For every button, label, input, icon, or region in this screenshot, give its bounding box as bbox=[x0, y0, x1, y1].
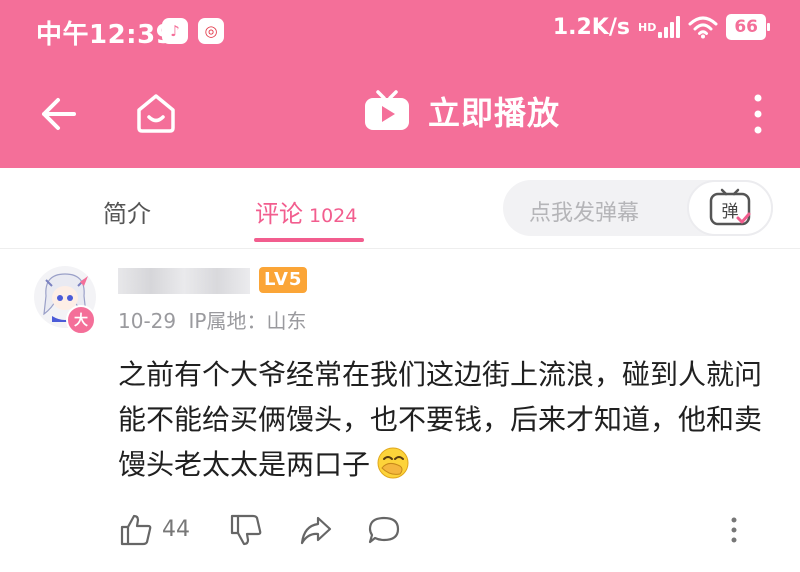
face-palm-emoji-icon bbox=[377, 447, 409, 479]
content-tabs: 简介 评论 1024 点我发弹幕 弹 bbox=[0, 168, 800, 248]
tiktok-notification-icon: ♪ bbox=[162, 18, 188, 44]
tv-play-icon bbox=[365, 90, 409, 130]
comment-text: 之前有个大爷经常在我们这边街上流浪，碰到人就问能不能给买俩馒头，也不要钱，后来才… bbox=[118, 358, 763, 481]
tab-comments[interactable]: 评论 1024 bbox=[255, 194, 357, 229]
back-arrow-icon[interactable] bbox=[38, 94, 78, 134]
tab-comments-label: 评论 bbox=[255, 200, 303, 228]
comment-more-icon[interactable] bbox=[724, 512, 744, 548]
network-type: HD bbox=[637, 20, 657, 34]
comments-count: 1024 bbox=[309, 205, 358, 227]
danmaku-placeholder: 点我发弹幕 bbox=[529, 201, 640, 226]
home-icon[interactable] bbox=[133, 90, 179, 136]
level-badge: LV5 bbox=[259, 267, 308, 293]
danmaku-button-label: 弹 bbox=[722, 202, 739, 222]
comment-date: 10-29 bbox=[118, 309, 177, 333]
official-badge: 大 bbox=[66, 305, 96, 335]
comment-body: 之前有个大爷经常在我们这边街上流浪，碰到人就问能不能给买俩馒头，也不要钱，后来才… bbox=[118, 352, 763, 487]
like-count: 44 bbox=[162, 517, 190, 542]
comment-meta: 10-29 IP属地：山东 bbox=[118, 305, 306, 334]
signal-icon bbox=[658, 16, 681, 38]
status-bar: 中午12:39 ♪ ◎ 1.2K/s HD 66 bbox=[0, 0, 800, 66]
comment-actions: 44 bbox=[0, 512, 800, 552]
play-now-button[interactable]: 立即播放 bbox=[362, 88, 560, 134]
reply-icon[interactable] bbox=[366, 512, 402, 548]
more-vertical-icon[interactable] bbox=[750, 90, 766, 138]
username-blurred[interactable] bbox=[118, 268, 250, 294]
ip-location: IP属地：山东 bbox=[188, 309, 307, 333]
tab-intro[interactable]: 简介 bbox=[103, 194, 151, 229]
music-notification-icon: ◎ bbox=[198, 18, 224, 44]
share-icon[interactable] bbox=[298, 512, 334, 548]
danmaku-icon: 弹 bbox=[709, 188, 751, 226]
thumbs-up-icon[interactable] bbox=[118, 512, 154, 548]
status-indicators: 1.2K/s HD 66 bbox=[552, 14, 770, 40]
network-speed: 1.2K/s bbox=[552, 14, 630, 40]
status-time: 中午12:39 bbox=[36, 20, 175, 50]
tabs-divider bbox=[0, 248, 800, 249]
play-now-label: 立即播放 bbox=[428, 94, 561, 132]
battery-indicator: 66 bbox=[726, 14, 770, 40]
thumbs-down-icon[interactable] bbox=[228, 512, 264, 548]
danmaku-input[interactable]: 点我发弹幕 弹 bbox=[503, 180, 773, 236]
danmaku-toggle-button[interactable]: 弹 bbox=[687, 180, 773, 236]
nav-bar: 立即播放 bbox=[0, 66, 800, 168]
active-tab-indicator bbox=[254, 238, 364, 242]
wifi-icon bbox=[688, 16, 718, 39]
